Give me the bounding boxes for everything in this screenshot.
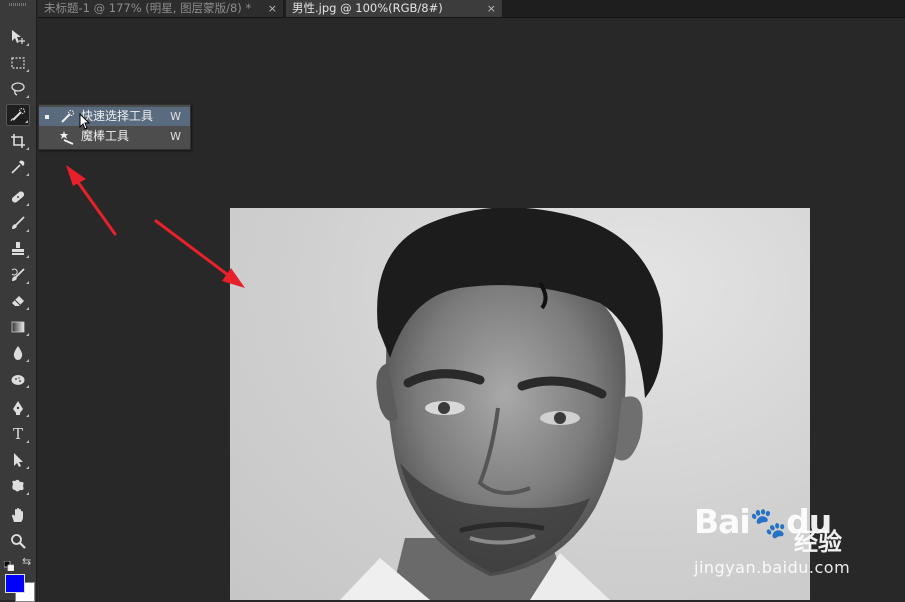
tab-label: 男性.jpg @ 100%(RGB/8#) [292, 1, 443, 15]
brush-icon [12, 216, 25, 229]
paw-icon: 🐾 [749, 506, 787, 541]
tab-male-jpg[interactable]: 男性.jpg @ 100%(RGB/8#) × [286, 0, 502, 17]
tab-label: 未标题-1 @ 177% (明星, 图层蒙版/8) * [44, 1, 252, 15]
watermark-cn-label: 经验 [794, 528, 842, 556]
eraser-icon [12, 296, 24, 306]
gradient-icon [11, 321, 25, 333]
path-selection-tool[interactable] [6, 449, 30, 471]
magic-wand-icon [60, 131, 74, 145]
move-icon [12, 30, 25, 44]
hand-icon [12, 508, 23, 522]
gradient-tool[interactable] [6, 316, 30, 338]
stamp-icon [12, 242, 24, 255]
menu-item-magic-wand[interactable]: 魔棒工具 W [39, 127, 190, 146]
mouse-cursor-icon [79, 113, 91, 130]
history-brush-icon [11, 268, 25, 281]
swap-colors-icon[interactable]: ⇆ [22, 555, 31, 568]
healing-brush-tool[interactable] [6, 186, 30, 208]
pen-tool[interactable] [6, 397, 30, 419]
history-brush-tool[interactable] [6, 264, 30, 286]
menu-item-quick-selection[interactable]: 快速选择工具 W [39, 107, 190, 126]
hand-tool[interactable] [6, 504, 30, 526]
lasso-tool[interactable] [6, 78, 30, 100]
tab-untitled-1[interactable]: 未标题-1 @ 177% (明星, 图层蒙版/8) * × [38, 0, 284, 17]
quick-selection-icon [10, 108, 25, 122]
type-tool[interactable]: T [6, 423, 30, 445]
clone-stamp-tool[interactable] [6, 238, 30, 260]
document-tab-bar: 未标题-1 @ 177% (明星, 图层蒙版/8) * × 男性.jpg @ 1… [38, 0, 905, 18]
baidu-jingyan-watermark: Bai🐾du 经验 jingyan.baidu.com [694, 502, 904, 584]
tool-flyout-menu: 快速选择工具 W 魔棒工具 W [38, 104, 191, 150]
tab-close-icon[interactable]: × [487, 0, 496, 17]
sponge-icon [11, 375, 25, 385]
shape-tool[interactable] [6, 475, 30, 497]
bandage-icon [11, 191, 25, 203]
lasso-icon [11, 82, 25, 96]
default-colors-icon[interactable] [3, 556, 15, 572]
menu-item-shortcut: W [170, 130, 181, 143]
foreground-color-swatch[interactable] [5, 574, 25, 593]
zoom-tool[interactable] [6, 530, 30, 552]
pen-icon [13, 401, 23, 415]
drop-icon [13, 346, 23, 360]
move-tool[interactable] [6, 26, 30, 48]
eyedropper-icon [11, 160, 25, 174]
custom-shape-icon [12, 479, 24, 492]
dodge-tool[interactable] [6, 368, 30, 390]
eraser-tool[interactable] [6, 290, 30, 312]
type-icon: T [12, 425, 23, 443]
menu-item-shortcut: W [170, 110, 181, 123]
blur-tool[interactable] [6, 342, 30, 364]
menu-item-label: 快速选择工具 [81, 109, 154, 123]
magnifier-icon [11, 534, 26, 549]
quick-selection-tool[interactable] [6, 104, 30, 126]
brush-tool[interactable] [6, 212, 30, 234]
tools-panel: T ⇆ [0, 0, 37, 602]
eyedropper-tool[interactable] [6, 156, 30, 178]
arrow-cursor-icon [14, 453, 23, 467]
red-arrow-icon [66, 165, 117, 236]
panel-grip-icon[interactable] [9, 3, 27, 6]
active-bullet-icon [45, 115, 49, 119]
crop-icon [11, 134, 25, 148]
watermark-url: jingyan.baidu.com [694, 558, 851, 577]
crop-tool[interactable] [6, 130, 30, 152]
rect-marquee-icon [11, 57, 25, 69]
tab-close-icon[interactable]: × [268, 0, 277, 17]
quick-selection-icon [61, 110, 74, 123]
marquee-tool[interactable] [6, 52, 30, 74]
